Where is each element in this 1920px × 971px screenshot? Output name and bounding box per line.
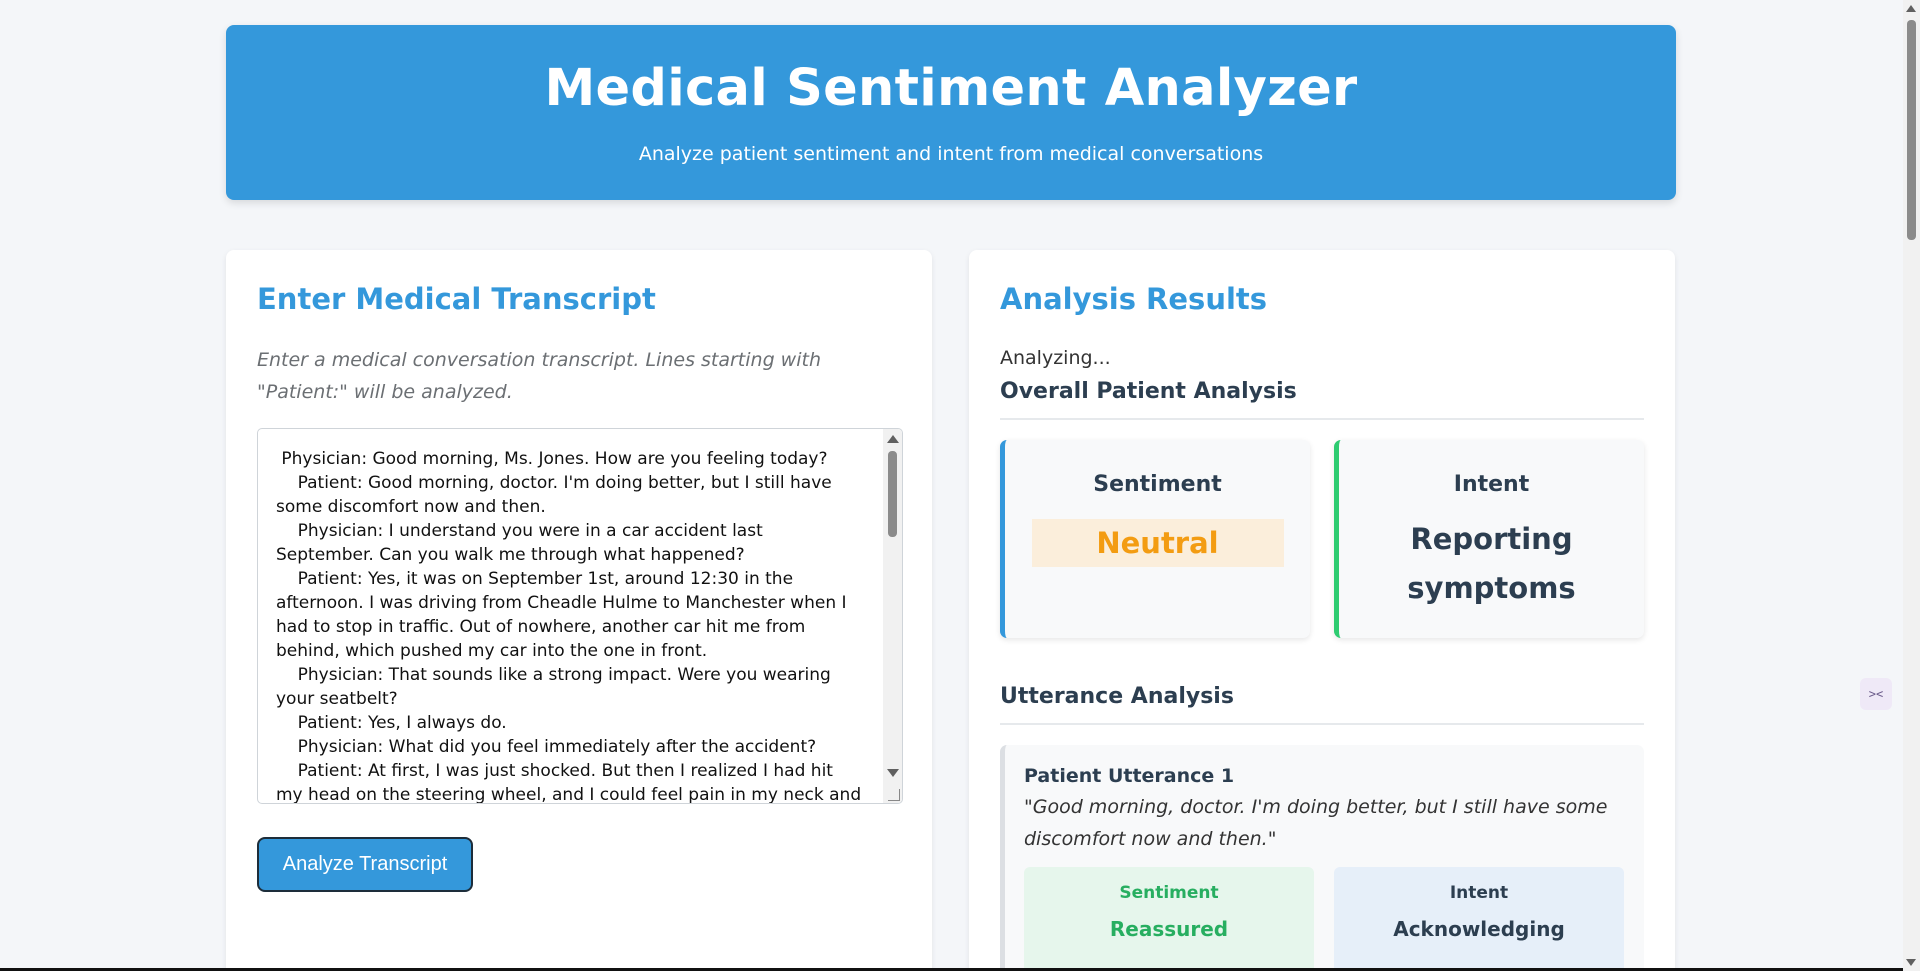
sentiment-label: Sentiment [1093, 472, 1222, 497]
overall-sentiment-card: Sentiment Neutral [1000, 440, 1310, 638]
utterance-sentiment-value: Reassured [1109, 917, 1229, 941]
scroll-down-arrow-icon[interactable] [887, 769, 899, 777]
textarea-scroll-thumb[interactable] [888, 451, 897, 537]
utterance-sentiment-label: Sentiment [1119, 883, 1219, 903]
utterance-intent-label: Intent [1449, 883, 1509, 903]
instructions-text: Enter a medical conversation transcript.… [257, 349, 821, 403]
page-subtitle: Analyze patient sentiment and intent fro… [638, 143, 1264, 166]
overall-intent-card: Intent Reporting symptoms [1334, 440, 1644, 638]
page-title: Medical Sentiment Analyzer [544, 59, 1358, 118]
input-panel-title: Enter Medical Transcript [257, 282, 656, 316]
transcript-text[interactable]: Physician: Good morning, Ms. Jones. How … [258, 429, 882, 803]
side-widget-icon[interactable]: >< [1860, 678, 1892, 710]
results-panel: Analysis Results Analyzing... Overall Pa… [969, 250, 1675, 971]
page-scroll-down-icon[interactable] [1906, 959, 1916, 966]
page-scroll-thumb[interactable] [1907, 20, 1916, 240]
utterance-analysis-title: Utterance Analysis [1000, 684, 1644, 725]
analyze-transcript-button[interactable]: Analyze Transcript [257, 837, 473, 892]
overall-cards: Sentiment Neutral Intent Reporting sympt… [1000, 440, 1644, 638]
intent-value: Reporting symptoms [1407, 522, 1576, 605]
results-panel-title: Analysis Results [1000, 282, 1268, 316]
utterance-card: Patient Utterance 1 "Good morning, docto… [1000, 745, 1644, 971]
utterance-sentiment-box: Sentiment Reassured [1024, 867, 1314, 971]
textarea-scrollbar[interactable] [883, 429, 902, 803]
transcript-textarea[interactable]: Physician: Good morning, Ms. Jones. How … [257, 428, 903, 804]
page-scroll-up-icon[interactable] [1906, 5, 1916, 12]
utterance-label: Patient Utterance 1 [1024, 765, 1235, 787]
page-header: Medical Sentiment Analyzer Analyze patie… [226, 25, 1676, 200]
utterance-intent-value: Acknowledging [1393, 917, 1565, 941]
resize-grip-icon[interactable] [888, 789, 900, 801]
sentiment-value-badge: Neutral [1031, 519, 1284, 567]
utterance-quote: "Good morning, doctor. I'm doing better,… [1024, 796, 1608, 850]
scroll-up-arrow-icon[interactable] [887, 435, 899, 443]
overall-analysis-title: Overall Patient Analysis [1000, 379, 1644, 420]
app-container: Medical Sentiment Analyzer Analyze patie… [226, 25, 1676, 971]
page-scrollbar[interactable] [1903, 0, 1920, 971]
analysis-status: Analyzing... [1000, 347, 1111, 369]
utterance-intent-box: Intent Acknowledging [1334, 867, 1624, 971]
utterance-result-boxes: Sentiment Reassured Intent Acknowledging [1024, 867, 1625, 971]
input-panel: Enter Medical Transcript Enter a medical… [226, 250, 932, 971]
panels: Enter Medical Transcript Enter a medical… [226, 250, 1676, 971]
intent-label: Intent [1453, 472, 1530, 497]
